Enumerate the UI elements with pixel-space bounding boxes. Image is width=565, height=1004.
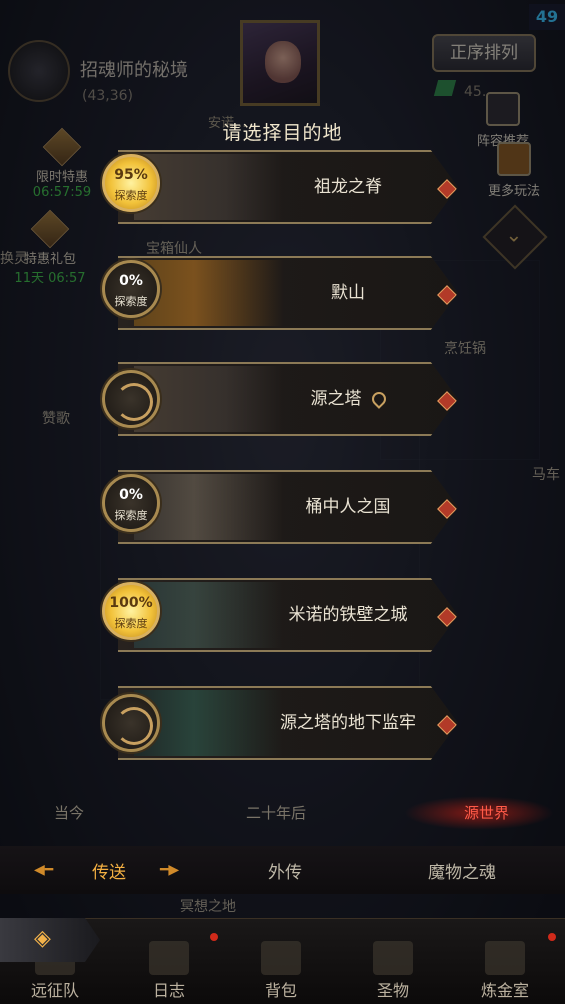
nav-relics[interactable]: 圣物 [348,941,438,1001]
tab-origin-world[interactable]: 源世界 [464,802,509,823]
exploration-medal: 95% 探索度 [102,154,160,212]
torch-icon [373,941,413,975]
exploration-percent: 0% [119,273,143,289]
tab-side-story[interactable]: 外传 [268,858,302,883]
destination-item[interactable]: 祖龙之脊 95% 探索度 [102,150,470,224]
destination-item[interactable]: 米诺的铁壁之城 100% 探索度 [102,578,470,652]
exploration-label: 探索度 [114,189,148,202]
tab-present[interactable]: 当今 [54,802,84,823]
nav-alchemy[interactable]: 炼金室 [460,941,550,1001]
destination-name: 桶中人之国 [305,497,391,517]
exploration-medal: 100% 探索度 [102,582,160,640]
arrow-left-icon: ◀━ [34,862,54,878]
location-pin-icon [368,389,389,409]
diamond-arrow-icon: ◈ [34,926,51,951]
nav-journal[interactable]: 日志 [124,941,214,1001]
destination-item[interactable]: 源之塔的地下监牢 [102,686,470,760]
exploration-medal: 0% 探索度 [102,260,160,318]
backpack-icon [261,941,301,975]
dialog-title: 请选择目的地 [222,122,343,144]
arrow-right-icon: ━▶ [160,862,180,878]
nav-label: 背包 [264,981,297,1000]
destination-name: 源之塔 [310,389,362,409]
nav-backpack[interactable]: 背包 [236,941,326,1001]
tab-monster-soul[interactable]: 魔物之魂 [428,858,496,883]
destination-item[interactable]: 桶中人之国 0% 探索度 [102,470,470,544]
notification-dot [210,933,218,941]
scroll-icon [149,941,189,975]
exploration-medal: 0% 探索度 [102,474,160,532]
destination-item[interactable]: 默山 0% 探索度 [102,256,470,330]
destination-item-current[interactable]: 源之塔 [102,362,470,436]
destination-name: 源之塔的地下监牢 [280,713,416,733]
alchemy-icon [485,941,525,975]
exploration-label: 探索度 [114,295,148,308]
destination-emblem-icon [102,370,160,428]
exploration-label: 探索度 [114,617,148,630]
tab-twenty-years-later[interactable]: 二十年后 [246,802,306,823]
era-tabs: 当今 二十年后 源世界 [0,796,565,830]
exploration-percent: 0% [119,487,143,503]
destination-name: 祖龙之脊 [314,177,382,197]
mode-tabs: ◀━ 传送 ━▶ 外传 魔物之魂 [0,846,565,894]
exploration-label: 探索度 [114,509,148,522]
game-screen: { "fps": "49", "hud": {"map_name": "招魂师的… [0,0,565,1004]
tab-teleport[interactable]: 传送 [92,858,126,883]
nav-label: 远征队 [30,981,79,1000]
nav-label: 炼金室 [480,981,529,1000]
destination-emblem-icon [102,694,160,752]
nav-label: 日志 [152,981,185,1000]
exploration-percent: 100% [109,595,153,611]
nav-label: 圣物 [376,981,409,1000]
destination-name-row: 源之塔 [268,384,428,409]
destination-name: 默山 [331,283,365,303]
exploration-percent: 95% [114,167,148,183]
destination-name: 米诺的铁壁之城 [288,605,408,625]
notification-dot [548,933,556,941]
main-menu-toggle[interactable]: ◈ [0,918,100,962]
